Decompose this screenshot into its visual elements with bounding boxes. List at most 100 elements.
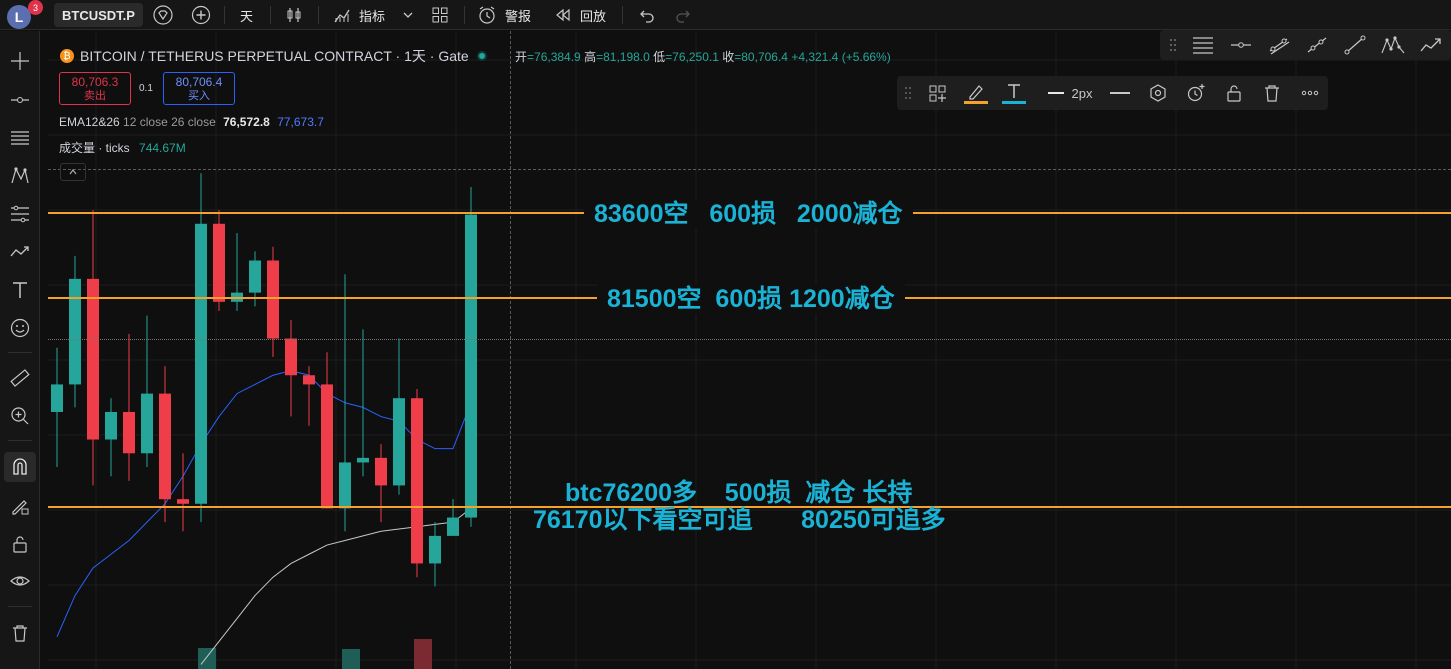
ema26-value: 77,673.7 [277, 115, 324, 129]
open-value: =76,384.9 [527, 50, 581, 64]
top-toolbar: L 3 BTCUSDT.P 天 指标 警报 回放 [0, 0, 1451, 30]
drag-handle-icon[interactable] [901, 76, 915, 110]
chevron-down-icon[interactable] [400, 5, 416, 25]
open-label: 开 [515, 50, 528, 64]
crosshair-vertical [510, 31, 511, 669]
replay-button[interactable]: 回放 [580, 6, 606, 25]
layout-grid-icon[interactable] [430, 5, 450, 25]
horizontal-lines-icon[interactable] [4, 123, 36, 153]
forecast-icon[interactable] [4, 237, 36, 267]
settings-icon[interactable] [1145, 76, 1171, 110]
candle-body [249, 260, 261, 293]
candle-body [105, 411, 117, 440]
close-value: =80,706.4 [734, 50, 788, 64]
line-style-button[interactable] [1107, 76, 1133, 110]
candle-body [303, 375, 315, 385]
indicators-button[interactable]: 指标 [359, 6, 385, 25]
draw-lock-pencil-icon[interactable] [4, 491, 36, 521]
notification-badge: 3 [28, 0, 43, 15]
candle-body [141, 393, 153, 454]
candle-body [213, 223, 225, 302]
add-alert-icon[interactable] [1183, 76, 1209, 110]
candle-body [429, 535, 441, 564]
sell-price: 80,706.3 [71, 75, 119, 89]
delete-icon[interactable] [1259, 76, 1285, 110]
symbol-label: BTCUSDT.P [62, 7, 135, 23]
horizontal-line-icon[interactable] [1226, 30, 1256, 60]
buy-button[interactable]: 80,706.4 买入 [163, 72, 235, 105]
trend-line-tool-icon[interactable] [1340, 30, 1370, 60]
eye-icon[interactable] [4, 566, 36, 596]
annotation-83600[interactable]: 83600空 600损 2000减仓 [584, 199, 913, 229]
symbol-legend: ₿ BITCOIN / TETHERUS PERPETUAL CONTRACT … [60, 46, 487, 66]
ruler-icon[interactable] [4, 363, 36, 393]
drawing-toolbar [0, 31, 40, 669]
line-color-button[interactable] [961, 76, 991, 110]
indicators-icon[interactable] [332, 5, 352, 25]
interval-button[interactable]: 天 [240, 6, 253, 25]
line-color-swatch [964, 101, 988, 104]
lock-icon[interactable] [1221, 76, 1247, 110]
templates-icon[interactable] [925, 76, 951, 110]
spread-value: 0.1 [139, 83, 153, 94]
undo-icon[interactable] [636, 5, 656, 25]
annotation-81500[interactable]: 81500空 600损 1200减仓 [597, 284, 905, 314]
fib-retracement-icon[interactable] [1188, 30, 1218, 60]
buy-price: 80,706.4 [175, 75, 223, 89]
close-label: 收 [722, 50, 735, 64]
ohlc-values: 开=76,384.9 高=81,198.0 低=76,250.1 收=80,70… [515, 48, 891, 65]
arrow-icon[interactable] [1416, 30, 1446, 60]
annotation-76200[interactable]: btc76200多 500损 减仓 长持 [555, 478, 922, 508]
trash-icon[interactable] [4, 618, 36, 648]
unlock-icon[interactable] [4, 529, 36, 559]
ray-icon[interactable] [1302, 30, 1332, 60]
fib-levels-icon[interactable] [4, 199, 36, 229]
redo-icon[interactable] [674, 5, 694, 25]
candle-body [357, 457, 369, 463]
candle-body [51, 384, 63, 412]
ema-legend[interactable]: EMA12&26 12 close 26 close 76,572.8 77,6… [59, 115, 324, 129]
pattern-icon[interactable] [4, 161, 36, 191]
xabcd-pattern-icon[interactable] [1378, 30, 1408, 60]
emoji-icon[interactable] [4, 313, 36, 343]
candle-body [195, 223, 207, 504]
trend-line-icon[interactable] [4, 85, 36, 115]
line-width-label: 2px [1071, 85, 1093, 101]
collapse-legend-button[interactable] [60, 163, 86, 181]
volume-bar [198, 648, 216, 669]
alarm-clock-icon[interactable] [476, 5, 498, 25]
line-style-icon [1110, 92, 1130, 94]
text-tool-icon[interactable] [4, 275, 36, 305]
crosshair-icon[interactable] [4, 46, 36, 76]
candle-body [87, 278, 99, 440]
more-options-icon[interactable] [1297, 76, 1323, 110]
alert-button[interactable]: 警报 [505, 6, 531, 25]
candle-body [339, 462, 351, 509]
high-label: 高 [584, 50, 597, 64]
volume-legend[interactable]: 成交量 · ticks 744.67M [59, 139, 186, 156]
ema12-value: 76,572.8 [223, 115, 270, 129]
bitcoin-icon: ₿ [60, 49, 74, 63]
diamond-icon[interactable] [150, 5, 176, 25]
ema-params: 12 close 26 close [123, 115, 216, 129]
candle-body [123, 411, 135, 454]
annotation-76170[interactable]: 76170以下看空可追 80250可追多 [523, 505, 956, 535]
candles-icon[interactable] [284, 5, 304, 25]
text-color-button[interactable] [999, 76, 1029, 110]
sell-button[interactable]: 80,706.3 卖出 [59, 72, 131, 105]
candle-body [69, 278, 81, 385]
drag-handle-icon[interactable] [1166, 30, 1180, 60]
magnet-icon[interactable] [4, 452, 36, 482]
replay-icon[interactable] [554, 5, 572, 25]
line-width-button[interactable]: 2px [1041, 76, 1099, 110]
candle-body [159, 393, 171, 500]
add-symbol-icon[interactable] [189, 5, 213, 25]
candle-body [465, 214, 477, 518]
line-width-icon [1047, 92, 1064, 94]
symbol-search-button[interactable]: BTCUSDT.P [54, 3, 143, 27]
zoom-in-icon[interactable] [4, 401, 36, 431]
ema12-line [56, 370, 472, 638]
parallel-channel-icon[interactable] [1264, 30, 1294, 60]
ema-name: EMA12&26 [59, 115, 120, 129]
symbol-title: BITCOIN / TETHERUS PERPETUAL CONTRACT · … [80, 48, 469, 64]
